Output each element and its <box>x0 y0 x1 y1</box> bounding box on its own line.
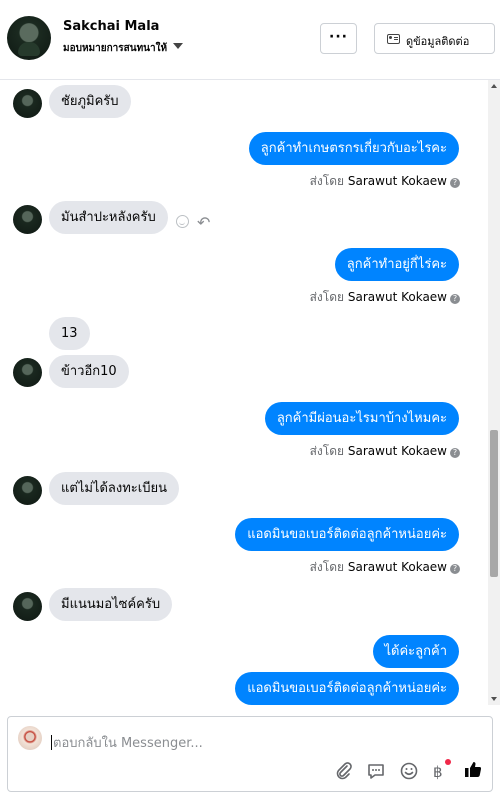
incoming-message[interactable]: มันสำปะหลังครับ <box>49 201 168 234</box>
thread-scrollbar[interactable] <box>488 80 500 705</box>
sender-avatar <box>13 205 42 234</box>
reply-input[interactable]: ตอบกลับใน Messenger... <box>51 732 471 753</box>
sent-by-label: ส่งโดย Sarawut Kokaew? <box>310 288 460 307</box>
text-caret <box>51 735 52 750</box>
sent-by-name: Sarawut Kokaew <box>347 290 447 304</box>
message-thread: ชัยภูมิครับ ลูกค้าทำเกษตรกรเกี่ยวกับอะไร… <box>0 80 488 705</box>
incoming-message[interactable]: มีแนนมอไซค์ครับ <box>49 588 173 621</box>
incoming-message[interactable]: ชัยภูมิครับ <box>49 85 131 118</box>
info-icon[interactable]: ? <box>450 178 460 188</box>
scroll-thumb[interactable] <box>490 430 498 577</box>
contact-card-icon <box>387 34 400 44</box>
notification-dot <box>445 759 451 765</box>
more-options-button[interactable]: ··· <box>320 23 357 54</box>
sticker-icon[interactable] <box>399 761 421 783</box>
scroll-up-icon[interactable] <box>491 84 497 88</box>
more-icon: ··· <box>329 29 348 45</box>
outgoing-message[interactable]: แอดมินขอเบอร์ติดต่อลูกค้าหน่อยค่ะ <box>235 518 459 551</box>
caret-down-icon[interactable] <box>173 43 183 49</box>
view-contact-label: ดูข้อมูลติดต่อ <box>406 35 470 48</box>
sender-avatar <box>13 592 42 621</box>
sent-by-label: ส่งโดย Sarawut Kokaew? <box>310 558 460 577</box>
scroll-down-icon[interactable] <box>491 697 497 701</box>
outgoing-message[interactable]: ลูกค้ามีผ่อนอะไรมาบ้างไหมคะ <box>264 402 459 435</box>
emoji-icon[interactable] <box>176 215 189 228</box>
message-template-icon[interactable] <box>366 761 388 783</box>
reply-icon[interactable]: ↶ <box>197 213 210 232</box>
info-icon[interactable]: ? <box>450 294 460 304</box>
sent-by-name: Sarawut Kokaew <box>347 174 447 188</box>
sender-avatar <box>13 358 42 387</box>
sent-by-prefix: ส่งโดย <box>309 560 345 574</box>
sender-avatar <box>13 89 42 118</box>
sent-by-label: ส่งโดย Sarawut Kokaew? <box>310 442 460 461</box>
page-avatar <box>18 726 42 750</box>
assign-conversation-label[interactable]: มอบหมายการสนทนาให้ <box>63 41 167 56</box>
outgoing-message[interactable]: ลูกค้าทำเกษตรกรเกี่ยวกับอะไรคะ <box>248 132 459 165</box>
sent-by-prefix: ส่งโดย <box>309 290 345 304</box>
contact-avatar[interactable] <box>7 16 51 60</box>
view-contact-button[interactable]: ดูข้อมูลติดต่อ <box>374 23 495 54</box>
incoming-message[interactable]: ข้าวอีก10 <box>49 355 129 388</box>
outgoing-message[interactable]: ลูกค้าทำอยู่กี่ไร่คะ <box>334 248 459 281</box>
attach-icon[interactable] <box>334 761 356 783</box>
sent-by-prefix: ส่งโดย <box>309 444 345 458</box>
incoming-message[interactable]: แต่ไม่ได้ลงทะเบียน <box>49 472 179 505</box>
reply-placeholder: ตอบกลับใน Messenger... <box>53 736 203 751</box>
payment-icon[interactable]: ฿ <box>433 763 443 781</box>
incoming-message[interactable]: 13 <box>49 317 90 350</box>
sent-by-name: Sarawut Kokaew <box>347 444 447 458</box>
contact-name[interactable]: Sakchai Mala <box>63 19 159 34</box>
like-icon[interactable] <box>463 759 485 781</box>
reply-composer: ตอบกลับใน Messenger... ฿ <box>7 716 493 792</box>
info-icon[interactable]: ? <box>450 448 460 458</box>
info-icon[interactable]: ? <box>450 564 460 574</box>
outgoing-message[interactable]: แอดมินขอเบอร์ติดต่อลูกค้าหน่อยค่ะ <box>235 672 459 705</box>
sent-by-prefix: ส่งโดย <box>309 174 345 188</box>
sent-by-label: ส่งโดย Sarawut Kokaew? <box>310 172 460 191</box>
sent-by-name: Sarawut Kokaew <box>347 560 447 574</box>
outgoing-message[interactable]: ได้ค่ะลูกค้า <box>372 635 459 668</box>
sender-avatar <box>13 476 42 505</box>
conversation-header: Sakchai Mala มอบหมายการสนทนาให้ ··· ดูข้… <box>0 0 500 80</box>
